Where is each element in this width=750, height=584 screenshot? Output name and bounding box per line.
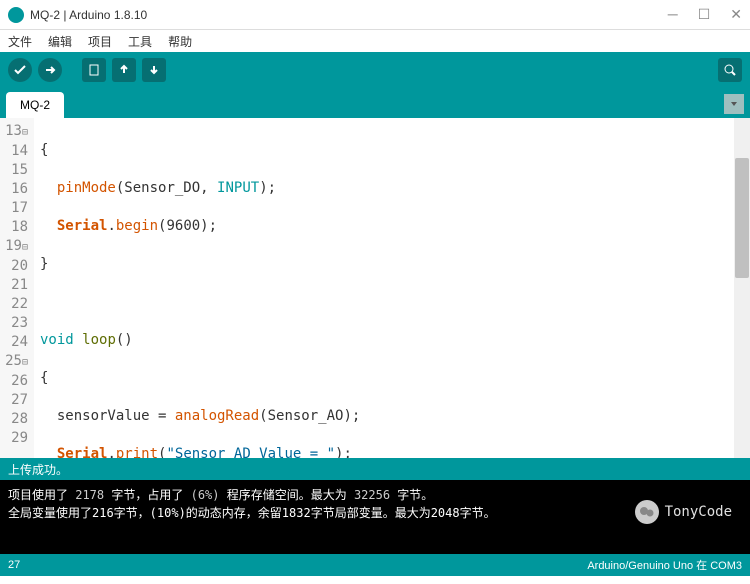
wechat-icon (635, 500, 659, 524)
footer-board-info: Arduino/Genuino Uno 在 COM3 (587, 557, 742, 573)
console-output[interactable]: 项目使用了 2178 字节，占用了 (6%) 程序存储空间。最大为 32256 … (0, 480, 750, 554)
minimize-button[interactable]: ─ (668, 6, 678, 23)
footer-bar: 27 Arduino/Genuino Uno 在 COM3 (0, 554, 750, 576)
verify-button[interactable] (8, 58, 32, 82)
menu-edit[interactable]: 编辑 (44, 31, 76, 52)
menu-bar: 文件 编辑 项目 工具 帮助 (0, 30, 750, 52)
save-sketch-button[interactable] (142, 58, 166, 82)
menu-tools[interactable]: 工具 (124, 31, 156, 52)
arduino-app-icon (8, 7, 24, 23)
menu-file[interactable]: 文件 (4, 31, 36, 52)
vertical-scrollbar[interactable] (734, 118, 750, 458)
tab-menu-button[interactable] (724, 94, 744, 114)
code-editor[interactable]: 13⊟ 14 15 16 17 18 19⊟ 20 21 22 23 24 25… (0, 118, 750, 458)
menu-help[interactable]: 帮助 (164, 31, 196, 52)
menu-project[interactable]: 项目 (84, 31, 116, 52)
upload-button[interactable] (38, 58, 62, 82)
toolbar (0, 52, 750, 88)
tab-sketch[interactable]: MQ-2 (6, 92, 64, 118)
serial-monitor-button[interactable] (718, 58, 742, 82)
line-gutter: 13⊟ 14 15 16 17 18 19⊟ 20 21 22 23 24 25… (0, 118, 34, 458)
tab-bar: MQ-2 (0, 88, 750, 118)
scrollbar-thumb[interactable] (735, 158, 749, 278)
close-button[interactable]: ✕ (730, 6, 742, 23)
window-titlebar: MQ-2 | Arduino 1.8.10 ─ ☐ ✕ (0, 0, 750, 30)
upload-status: 上传成功。 (0, 458, 750, 480)
watermark: TonyCode (635, 500, 732, 524)
open-sketch-button[interactable] (112, 58, 136, 82)
new-sketch-button[interactable] (82, 58, 106, 82)
maximize-button[interactable]: ☐ (698, 6, 711, 23)
window-title: MQ-2 | Arduino 1.8.10 (30, 8, 668, 22)
footer-line-number: 27 (8, 559, 20, 571)
code-content[interactable]: { pinMode(Sensor_DO, INPUT); Serial.begi… (34, 118, 750, 458)
